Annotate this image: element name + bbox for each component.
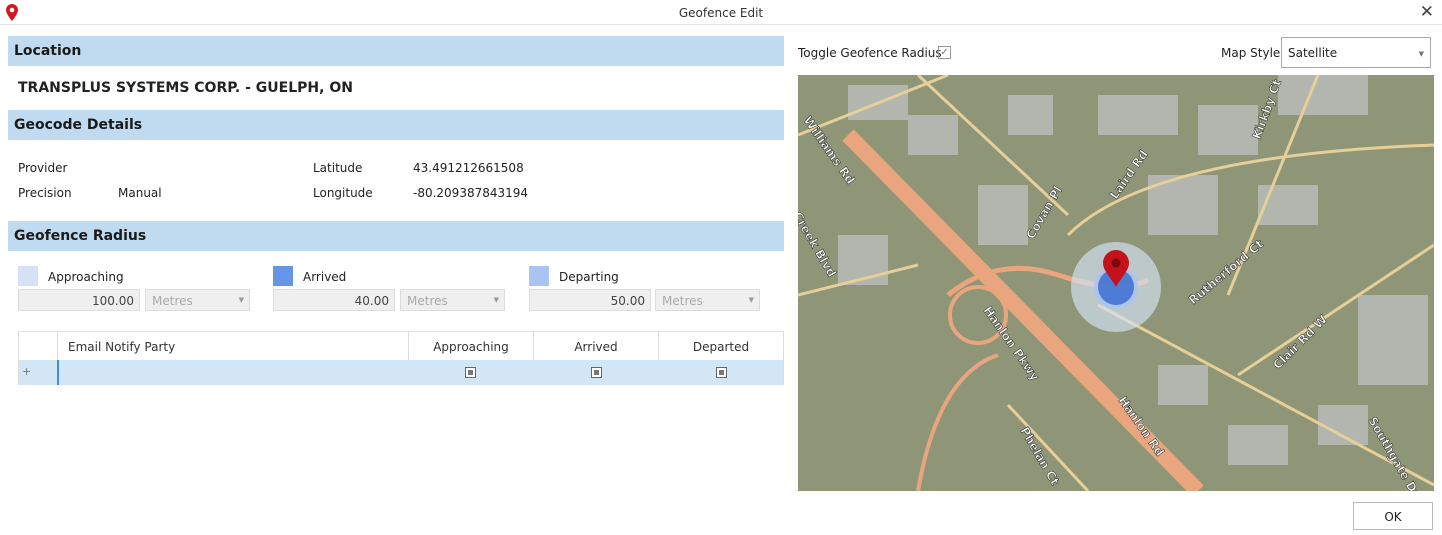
column-header-email[interactable]: Email Notify Party [58, 332, 409, 360]
ok-button[interactable]: OK [1353, 502, 1433, 530]
precision-label: Precision [18, 186, 72, 200]
latitude-label: Latitude [313, 161, 363, 175]
arrived-radius-input[interactable]: 40.00 [273, 289, 395, 311]
longitude-label: Longitude [313, 186, 373, 200]
approaching-radius-input[interactable]: 100.00 [18, 289, 140, 311]
departing-unit-value: Metres [662, 294, 703, 308]
add-row-icon: + [22, 365, 32, 378]
departing-unit-select[interactable]: Metres ▼ [655, 289, 760, 311]
column-header-departed[interactable]: Departed [659, 332, 783, 360]
row-indicator-header [19, 332, 58, 360]
window-title: Geofence Edit [678, 6, 764, 20]
title-bar: Geofence Edit ✕ [0, 0, 1442, 25]
approaching-swatch [18, 266, 38, 286]
arrived-unit-value: Metres [407, 294, 448, 308]
departing-swatch [529, 266, 549, 286]
longitude-value: -80.209387843194 [413, 186, 529, 200]
toggle-radius-label: Toggle Geofence Radius [798, 46, 942, 60]
provider-label: Provider [18, 161, 68, 175]
chevron-down-icon: ▼ [238, 296, 244, 304]
chevron-down-icon: ▼ [493, 296, 499, 304]
location-name: TRANSPLUS SYSTEMS CORP. - GUELPH, ON [18, 80, 353, 96]
location-header: Location [8, 36, 784, 66]
chevron-down-icon: ▼ [1418, 50, 1424, 58]
precision-value: Manual [118, 186, 162, 200]
toggle-radius-checkbox[interactable]: ✓ [938, 46, 951, 59]
column-header-arrived[interactable]: Arrived [534, 332, 659, 360]
email-notify-grid: Email Notify Party Approaching Arrived D… [18, 331, 784, 385]
arrived-swatch [273, 266, 293, 286]
departed-checkbox[interactable] [716, 367, 727, 378]
arrived-unit-select[interactable]: Metres ▼ [400, 289, 505, 311]
column-header-approaching[interactable]: Approaching [409, 332, 534, 360]
approaching-checkbox[interactable] [465, 367, 476, 378]
arrived-checkbox[interactable] [591, 367, 602, 378]
radius-header: Geofence Radius [8, 221, 784, 251]
arrived-label: Arrived [303, 270, 347, 284]
approaching-unit-value: Metres [152, 294, 193, 308]
close-icon[interactable]: ✕ [1420, 2, 1434, 22]
email-cell[interactable] [57, 360, 59, 385]
departing-label: Departing [559, 270, 619, 284]
geocode-header: Geocode Details [8, 110, 784, 140]
map-style-select[interactable]: Satellite ▼ [1281, 37, 1431, 68]
satellite-map[interactable]: Hanlon Pkwy Laird Rd Covan Pl Rutherford… [798, 75, 1434, 491]
map-style-value: Satellite [1288, 46, 1338, 60]
approaching-label: Approaching [48, 270, 124, 284]
chevron-down-icon: ▼ [748, 296, 754, 304]
new-row[interactable]: + [19, 360, 783, 385]
map-style-label: Map Style [1221, 46, 1281, 60]
approaching-unit-select[interactable]: Metres ▼ [145, 289, 250, 311]
latitude-value: 43.491212661508 [413, 161, 524, 175]
departing-radius-input[interactable]: 50.00 [529, 289, 651, 311]
